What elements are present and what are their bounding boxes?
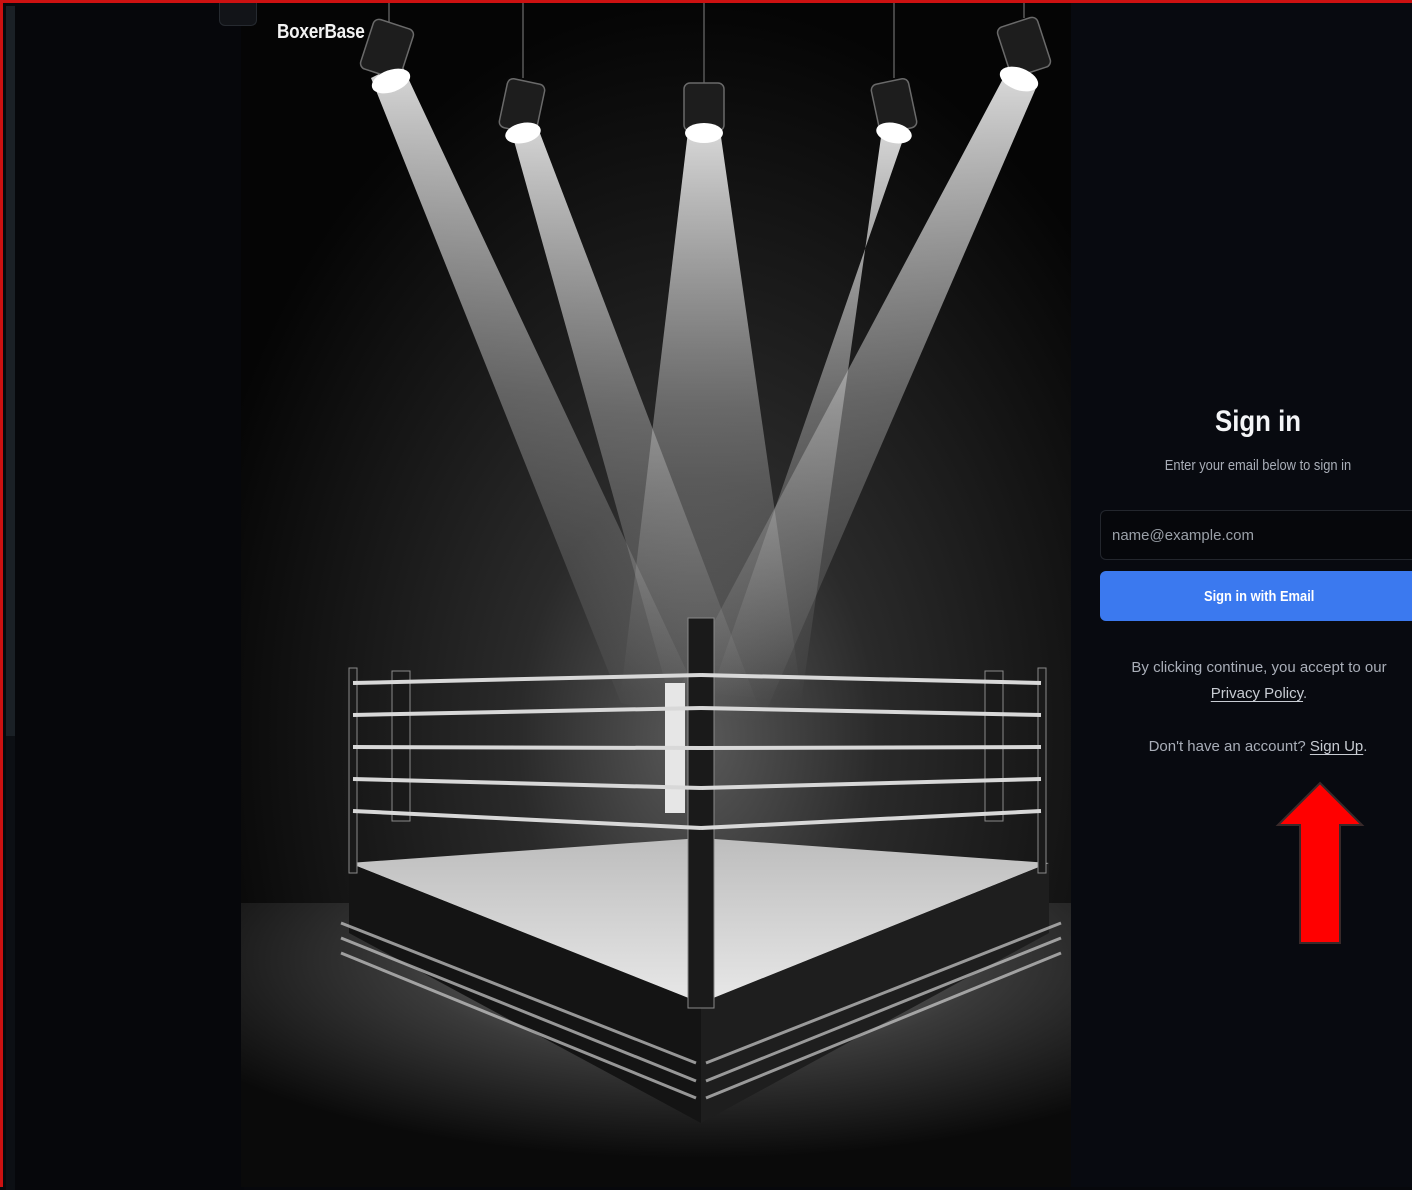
- brand-logo-text[interactable]: BoxerBase: [277, 21, 365, 44]
- window-corner-tab: [219, 3, 257, 26]
- boxing-ring-image: [241, 3, 1071, 1187]
- sign-in-with-email-button[interactable]: Sign in with Email: [1100, 571, 1412, 621]
- sign-up-link[interactable]: Sign Up: [1310, 738, 1363, 755]
- legal-suffix: .: [1303, 685, 1308, 702]
- sign-in-button-label: Sign in with Email: [1203, 587, 1315, 605]
- legal-prefix: By clicking continue, you accept to our: [1131, 659, 1387, 676]
- hero-image-panel: BoxerBase: [241, 3, 1071, 1187]
- email-input[interactable]: [1100, 510, 1412, 560]
- signin-panel: Sign in Enter your email below to sign i…: [1071, 3, 1412, 1187]
- left-background-pane: [15, 6, 244, 1190]
- red-arrow-up-icon: [1275, 781, 1365, 944]
- signin-title: Sign in: [1215, 405, 1301, 438]
- signin-subtitle: Enter your email below to sign in: [1164, 457, 1352, 474]
- left-edge-strip: [6, 6, 15, 1190]
- signup-prefix: Don't have an account?: [1148, 738, 1306, 755]
- legal-notice: By clicking continue, you accept to our …: [1119, 655, 1399, 707]
- privacy-policy-link[interactable]: Privacy Policy: [1211, 685, 1303, 702]
- signup-suffix: .: [1363, 738, 1368, 755]
- signup-prompt: Don't have an account? Sign Up.: [1071, 738, 1412, 755]
